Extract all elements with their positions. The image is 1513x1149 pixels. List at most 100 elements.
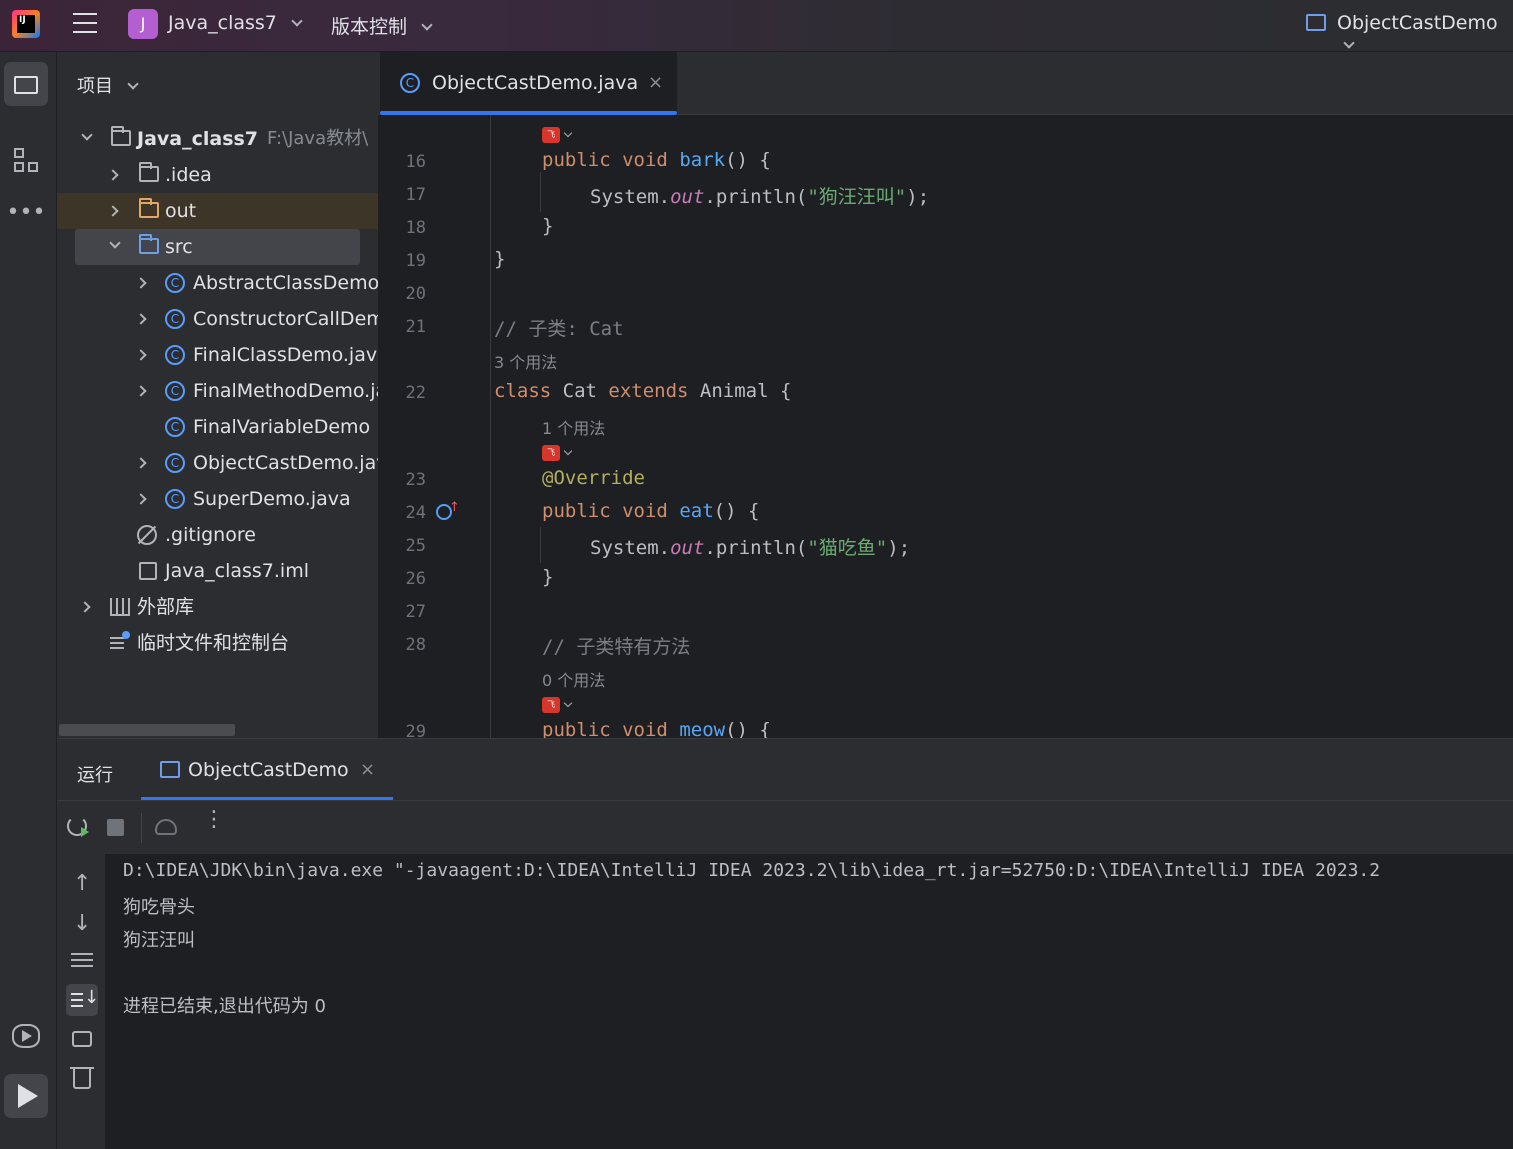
line-number: 23	[405, 470, 426, 490]
line-number: 20	[405, 284, 426, 304]
code-token: .println(	[704, 186, 808, 208]
project-name: Java_class7	[168, 12, 277, 34]
close-icon[interactable]: ×	[648, 72, 663, 93]
structure-tool-button[interactable]	[4, 138, 48, 182]
tree-item-idea[interactable]: .idea	[57, 157, 378, 193]
ai-assistant-icon[interactable]: 飞	[542, 445, 560, 461]
run-config-name: ObjectCastDemo	[1337, 12, 1498, 34]
chevron-down-icon[interactable]	[563, 128, 573, 138]
folder-icon	[139, 162, 159, 182]
tree-item-external-libraries[interactable]: 外部库	[57, 589, 378, 625]
run-config-icon	[1306, 14, 1326, 31]
tree-item-finalmethoddemo[interactable]: C FinalMethodDemo.java	[57, 373, 378, 409]
ai-assistant-icon[interactable]: 飞	[542, 127, 560, 143]
run-tool-button[interactable]	[4, 1074, 48, 1118]
project-badge[interactable]: J	[128, 9, 158, 39]
code-line-29[interactable]: public void meow() {	[542, 719, 771, 738]
editor-tab[interactable]: C ObjectCastDemo.java ×	[380, 52, 677, 115]
tree-item-abstractclassdemo[interactable]: C AbstractClassDemo.java	[57, 265, 378, 301]
services-tool-button[interactable]	[4, 1014, 48, 1058]
project-tool-button[interactable]	[4, 62, 48, 106]
run-config-selector[interactable]: ObjectCastDemo	[1337, 12, 1513, 56]
stop-icon[interactable]	[107, 819, 124, 836]
profiler-icon[interactable]	[155, 819, 177, 835]
java-class-icon: C	[165, 345, 185, 365]
project-panel-header[interactable]: 项目	[77, 72, 139, 98]
arrow-down-icon[interactable]: ↓	[73, 911, 91, 936]
line-number: 21	[405, 317, 426, 337]
tree-item-iml[interactable]: Java_class7.iml	[57, 553, 378, 589]
tree-item-label: out	[165, 200, 197, 222]
line-number: 24	[405, 503, 426, 523]
line-number: 22	[405, 383, 426, 403]
tree-item-label: 外部库	[137, 596, 195, 618]
code-line-21[interactable]: // 子类: Cat	[494, 314, 624, 341]
code-line-17[interactable]: System.out.println("狗汪汪叫");	[590, 182, 929, 209]
run-panel: 运行 ObjectCastDemo × ⋮ ↑ ↓ ↓ D:\IDEA\JDK\…	[57, 738, 1513, 1149]
tree-item-gitignore[interactable]: .gitignore	[57, 517, 378, 553]
code-token: Cat	[551, 380, 609, 402]
code-line-19[interactable]: }	[494, 248, 505, 270]
code-line-28[interactable]: // 子类特有方法	[542, 632, 690, 659]
code-line-26[interactable]: }	[542, 566, 553, 588]
code-token: class	[494, 380, 552, 402]
tree-item-label: ConstructorCallDemo.java	[193, 308, 378, 330]
more-tools-icon[interactable]: •••	[4, 198, 48, 242]
intellij-logo-icon[interactable]: IJ	[12, 10, 40, 38]
ai-assistant-icon[interactable]: 飞	[542, 697, 560, 713]
tree-item-objectcastdemo[interactable]: C ObjectCastDemo.java	[57, 445, 378, 481]
horizontal-scrollbar[interactable]	[59, 724, 235, 736]
more-options-icon[interactable]: ⋮	[203, 809, 225, 831]
print-icon[interactable]	[72, 1031, 92, 1047]
code-line-25[interactable]: System.out.println("猫吃鱼");	[590, 533, 910, 560]
tree-item-finalvariabledemo[interactable]: C FinalVariableDemo	[57, 409, 378, 445]
tree-item-root[interactable]: Java_class7 F:\Java教材\	[57, 121, 378, 157]
chevron-right-icon	[107, 169, 119, 181]
code-token: extends	[608, 380, 689, 402]
code-line-18[interactable]: }	[542, 215, 553, 237]
tree-item-label: ObjectCastDemo.java	[193, 452, 378, 474]
tree-item-superdemo[interactable]: C SuperDemo.java	[57, 481, 378, 517]
tree-item-label: .idea	[165, 164, 212, 186]
chevron-down-icon[interactable]	[563, 446, 573, 456]
code-token: void	[622, 719, 668, 738]
code-line-23[interactable]: @Override	[542, 467, 645, 489]
close-icon[interactable]: ×	[360, 759, 375, 780]
indent-guide	[540, 527, 541, 563]
scroll-to-end-button[interactable]: ↓	[66, 984, 99, 1016]
tree-item-label: .gitignore	[165, 524, 256, 546]
usages-hint[interactable]: 0 个用法	[542, 667, 605, 691]
usages-hint[interactable]: 3 个用法	[494, 349, 557, 373]
tree-item-src[interactable]: src	[57, 229, 378, 265]
module-file-icon	[139, 562, 157, 580]
code-line-24[interactable]: public void eat() {	[542, 500, 759, 522]
tree-root-name: Java_class7	[137, 128, 259, 150]
code-token: public	[542, 500, 611, 522]
trash-icon[interactable]	[73, 1069, 91, 1089]
indent-guide	[540, 172, 541, 212]
tree-item-label: SuperDemo.java	[193, 488, 351, 510]
code-line-22[interactable]: class Cat extends Animal {	[494, 380, 791, 402]
chevron-down-icon[interactable]	[563, 698, 573, 708]
project-switcher[interactable]: Java_class7	[168, 12, 303, 34]
tree-item-scratches[interactable]: 临时文件和控制台	[57, 625, 378, 661]
code-token: );	[887, 537, 911, 559]
vcs-menu[interactable]: 版本控制	[331, 12, 433, 39]
tree-item-constructorcalldemo[interactable]: C ConstructorCallDemo.java	[57, 301, 378, 337]
code-line-16[interactable]: public void bark() {	[542, 149, 771, 171]
tree-item-label: 临时文件和控制台	[137, 632, 290, 654]
java-class-icon: C	[165, 381, 185, 401]
code-token: void	[622, 149, 668, 171]
main-menu-icon[interactable]	[70, 10, 100, 38]
tree-item-finalclassdemo[interactable]: C FinalClassDemo.java	[57, 337, 378, 373]
code-token: () {	[725, 149, 771, 171]
code-token: System.	[590, 537, 671, 559]
tree-item-label: FinalVariableDemo	[193, 416, 371, 438]
editor-area: C ObjectCastDemo.java × 16 17 18 19 20 2…	[378, 52, 1513, 738]
soft-wrap-icon[interactable]	[71, 953, 93, 955]
usages-hint[interactable]: 1 个用法	[542, 415, 605, 439]
console-output[interactable]: D:\IDEA\JDK\bin\java.exe "-javaagent:D:\…	[105, 854, 1513, 1149]
tree-item-out[interactable]: out	[57, 193, 378, 229]
arrow-up-icon[interactable]: ↑	[73, 871, 91, 896]
tree-item-label: AbstractClassDemo.java	[193, 272, 378, 294]
